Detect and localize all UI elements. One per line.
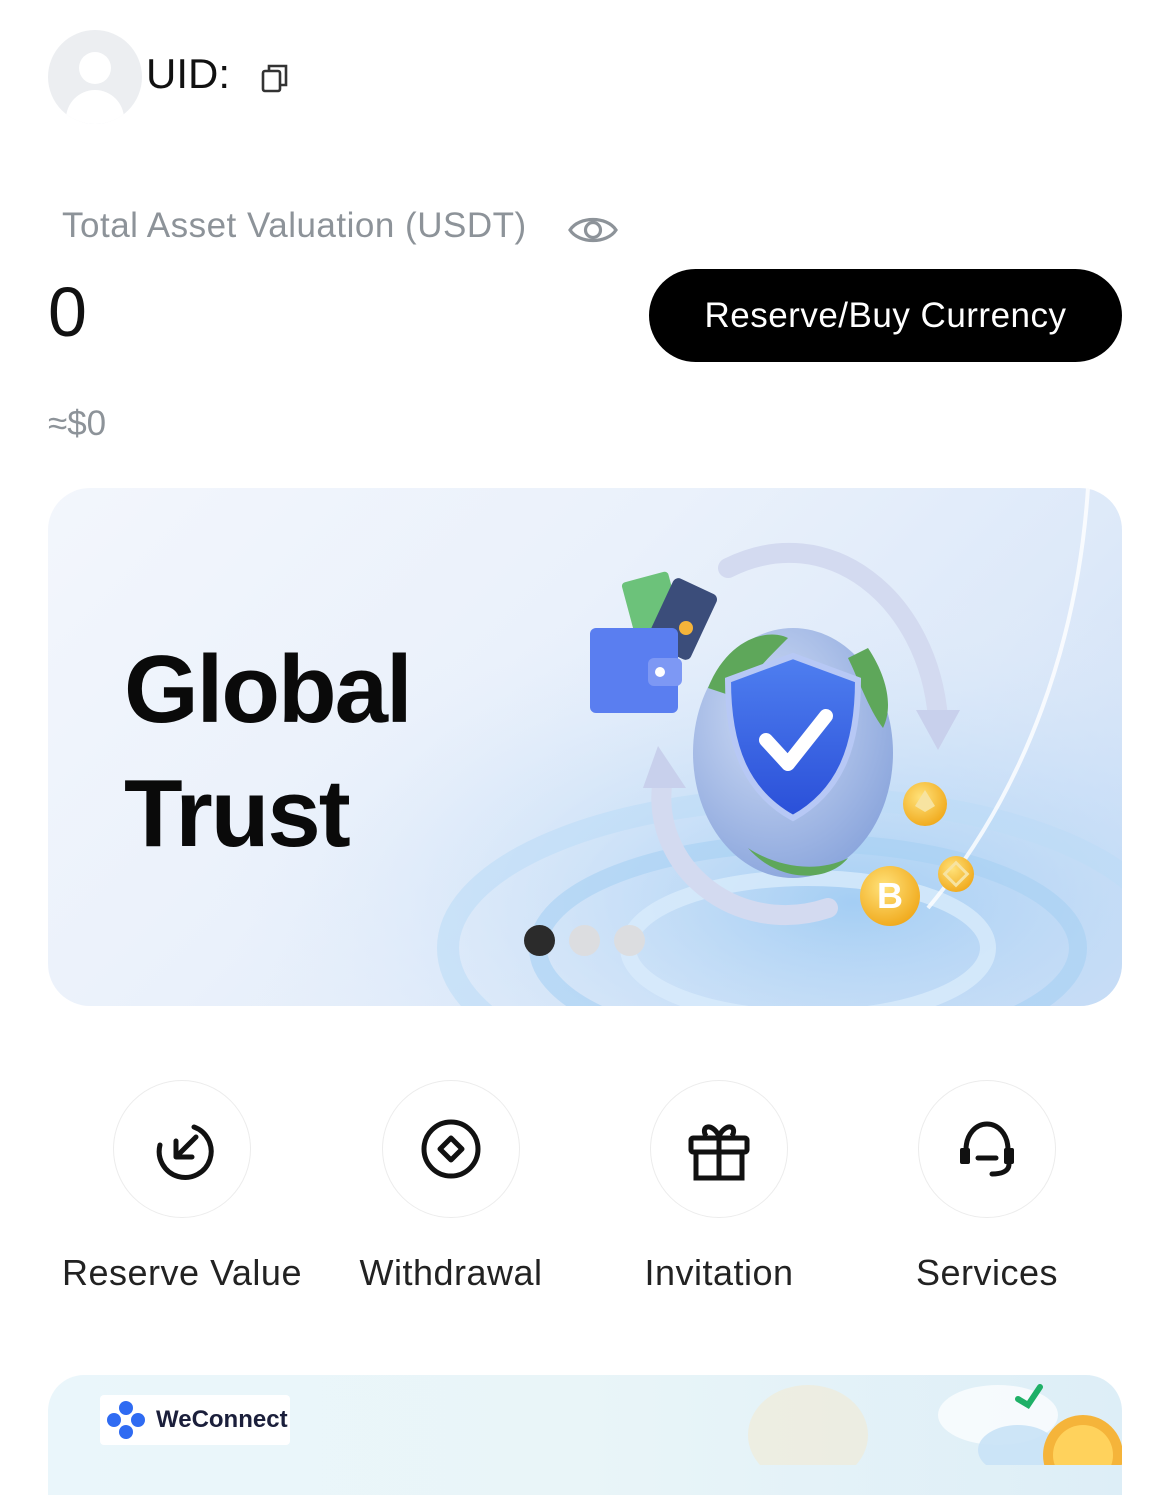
promo-decoration [748,1384,1122,1465]
banner-title-line-2: Trust [124,760,351,867]
carousel-dot-2[interactable] [569,925,600,956]
eye-icon[interactable] [567,208,619,252]
gift-icon [650,1080,788,1218]
copy-icon[interactable] [260,62,290,94]
action-reserve-value[interactable]: Reserve Value [48,1080,316,1294]
weconnect-logo-icon [107,1401,145,1439]
total-asset-label: Total Asset Valuation (USDT) [62,206,527,245]
weconnect-brand: WeConnect [156,1406,288,1433]
carousel-dot-3[interactable] [614,925,645,956]
carousel-dots [524,925,645,956]
weconnect-promo-card[interactable]: WeConnect [48,1375,1122,1495]
action-withdrawal[interactable]: Withdrawal [317,1080,585,1294]
asset-value: 0 [48,273,87,351]
action-label: Invitation [644,1252,794,1293]
action-services[interactable]: Services [853,1080,1121,1294]
carousel-dot-1[interactable] [524,925,555,956]
banner-title-line-1: Global [124,636,413,743]
reserve-arrow-icon [113,1080,251,1218]
avatar[interactable] [48,30,142,124]
action-invitation[interactable]: Invitation [585,1080,853,1294]
uid-label: UID: [146,50,230,97]
svg-text:B: B [877,875,903,916]
weconnect-badge: WeConnect [100,1395,290,1445]
banner-title: Global Trust [124,628,413,876]
action-label: Reserve Value [62,1252,302,1293]
promo-banner[interactable]: B Global Trust [48,488,1122,1006]
asset-fiat-approx: ≈$0 [48,404,107,443]
withdraw-diamond-icon [382,1080,520,1218]
headset-icon [918,1080,1056,1218]
action-label: Services [915,1252,1059,1293]
quick-actions: Reserve Value Withdrawal Invitation Serv… [48,1080,1122,1310]
action-label: Withdrawal [359,1252,543,1293]
reserve-buy-currency-button[interactable]: Reserve/Buy Currency [649,269,1122,362]
profile-header: UID: [48,30,648,126]
